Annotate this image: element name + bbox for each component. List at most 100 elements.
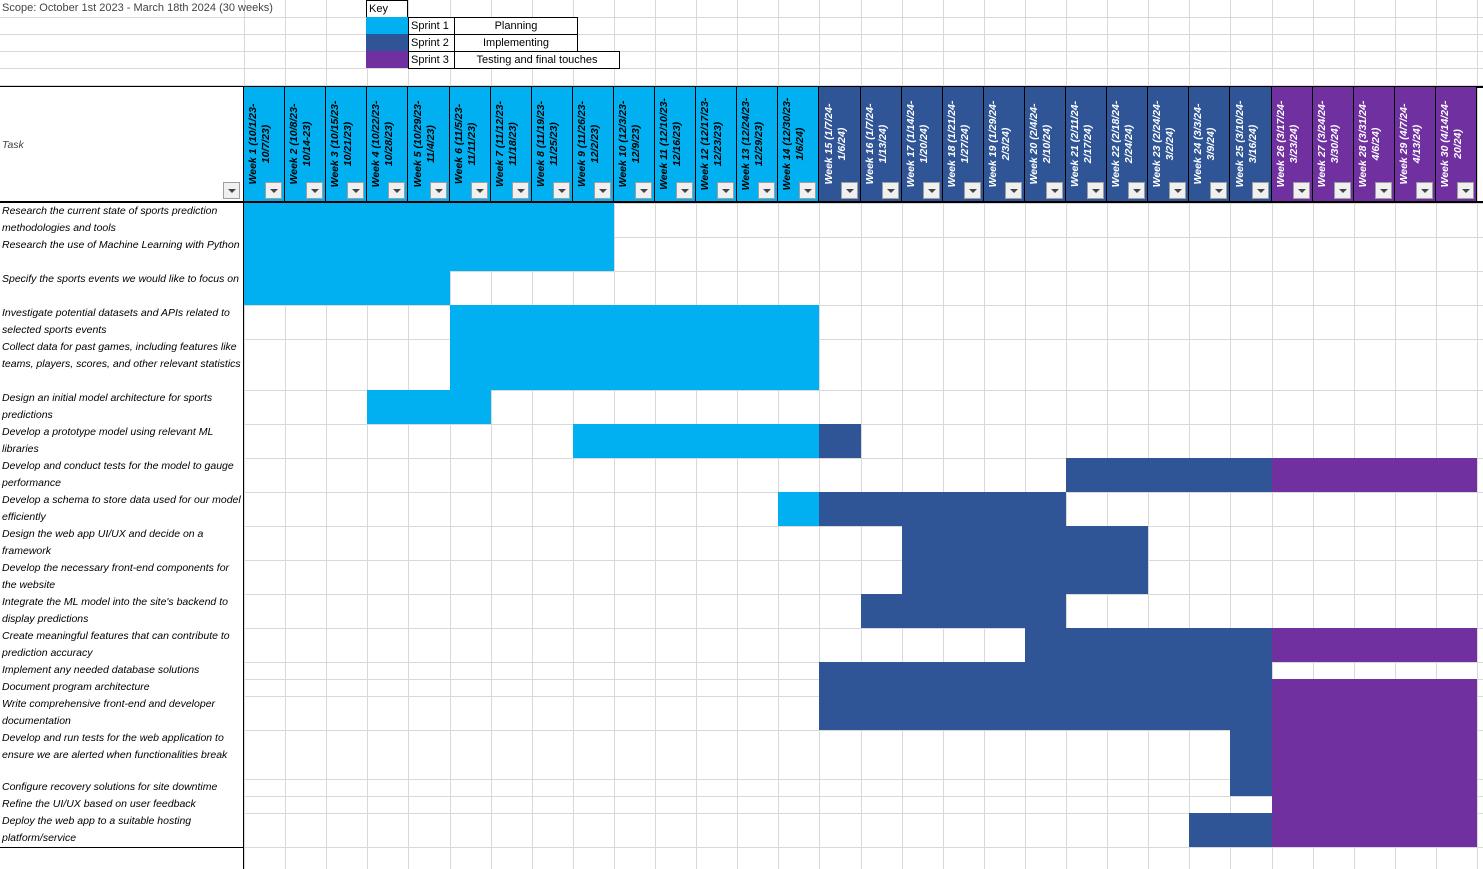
week-header-13: Week 13 (12/24/23-12/29/23): [737, 87, 778, 201]
gantt-bar-sprint-3: [1272, 796, 1477, 813]
filter-dropdown-icon[interactable]: [1210, 182, 1227, 199]
task-name: Integrate the ML model into the site's b…: [0, 594, 243, 629]
week-header-25: Week 25 (3/10/24-3/16/24): [1230, 87, 1272, 201]
week-header-17: Week 17 (1/14/24-1/20/24): [902, 87, 943, 201]
filter-dropdown-icon[interactable]: [306, 182, 323, 199]
filter-dropdown-icon[interactable]: [471, 182, 488, 199]
task-name: Develop a schema to store data used for …: [0, 492, 243, 527]
filter-dropdown-icon[interactable]: [717, 182, 734, 199]
gantt-bar-sprint-2: [1230, 730, 1272, 779]
gantt-bar-sprint-3: [1272, 813, 1477, 847]
task-name: Research the current state of sports pre…: [0, 203, 243, 238]
filter-dropdown-icon[interactable]: [676, 182, 693, 199]
task-name: Develop the necessary front-end componen…: [0, 560, 243, 595]
filter-dropdown-icon[interactable]: [553, 182, 570, 199]
week-header-15: Week 15 (1/7/24-1/6/24): [819, 87, 861, 201]
filter-dropdown-icon[interactable]: [430, 182, 447, 199]
week-header-23: Week 23 (2/24/24-3/2/24): [1148, 87, 1189, 201]
filter-dropdown-icon[interactable]: [923, 182, 940, 199]
filter-dropdown-icon[interactable]: [265, 182, 282, 199]
week-header-9: Week 9 (11/26/23-12/2/23): [573, 87, 614, 201]
task-name: Write comprehensive front-end and develo…: [0, 696, 243, 731]
gantt-bar-sprint-2: [902, 526, 1148, 560]
gantt-bar-sprint-3: [1272, 696, 1477, 730]
filter-dropdown-icon[interactable]: [964, 182, 981, 199]
spreadsheet: Scope: October 1st 2023 - March 18th 202…: [0, 0, 1483, 869]
task-name: Develop and conduct tests for the model …: [0, 458, 243, 493]
task-column-border: [243, 87, 244, 869]
week-header-10: Week 10 (12/3/23-12/9/23): [614, 87, 655, 201]
week-header-1: Week 1 (10/1/23-10/7/23): [244, 87, 285, 201]
task-name: Create meaningful features that can cont…: [0, 628, 243, 663]
key-swatch: [366, 17, 408, 34]
week-header-26: Week 26 (3/17/24-3/23/24): [1272, 87, 1313, 201]
key-meaning-label: Planning: [454, 17, 578, 35]
week-header-22: Week 22 (2/18/24-2/24/24): [1107, 87, 1148, 201]
week-header-6: Week 6 (11/5/23-11/11/23): [450, 87, 491, 201]
task-name: Investigate potential datasets and APIs …: [0, 305, 243, 340]
filter-dropdown-icon[interactable]: [1169, 182, 1186, 199]
grid-line: [0, 68, 1483, 69]
filter-dropdown-icon[interactable]: [347, 182, 364, 199]
filter-dropdown-icon[interactable]: [799, 182, 816, 199]
task-name: Deploy the web app to a suitable hosting…: [0, 813, 243, 848]
week-header-19: Week 19 (1/29/24-2/3/24): [984, 87, 1025, 201]
task-name: Implement any needed database solutions: [0, 662, 243, 680]
filter-dropdown-icon[interactable]: [1334, 182, 1351, 199]
gantt-bar-sprint-2: [1066, 458, 1272, 492]
task-filter-dropdown-icon[interactable]: [223, 182, 240, 199]
key-title: Key: [366, 0, 408, 18]
filter-dropdown-icon[interactable]: [841, 182, 858, 199]
task-name: Research the use of Machine Learning wit…: [0, 237, 243, 272]
gantt-bar-sprint-2: [819, 696, 1272, 730]
gantt-bar-sprint-3: [1272, 730, 1477, 779]
gantt-bar-sprint-3: [1272, 679, 1477, 696]
grid-line: [1477, 0, 1478, 869]
filter-dropdown-icon[interactable]: [1087, 182, 1104, 199]
gantt-bar-sprint-2: [861, 594, 1066, 628]
filter-dropdown-icon[interactable]: [1128, 182, 1145, 199]
gantt-bar-sprint-3: [1272, 779, 1477, 796]
week-header-8: Week 8 (11/19/23-11/25/23): [532, 87, 573, 201]
filter-dropdown-icon[interactable]: [1252, 182, 1269, 199]
gantt-bar-sprint-2: [902, 560, 1148, 594]
filter-dropdown-icon[interactable]: [512, 182, 529, 199]
task-name: Refine the UI/UX based on user feedback: [0, 796, 243, 814]
gantt-bar-sprint-2: [819, 424, 861, 458]
task-name: Design an initial model architecture for…: [0, 390, 243, 425]
week-header-5: Week 5 (10/29/23-11/4/23): [408, 87, 450, 201]
filter-dropdown-icon[interactable]: [882, 182, 899, 199]
filter-dropdown-icon[interactable]: [635, 182, 652, 199]
week-header-4: Week 4 (10/22/23-10/28/23): [367, 87, 408, 201]
grid-line: [0, 17, 1483, 18]
task-name: Develop a prototype model using relevant…: [0, 424, 243, 459]
key-meaning-label: Testing and final touches: [454, 51, 620, 69]
gantt-bar-sprint-2: [819, 679, 1272, 696]
filter-dropdown-icon[interactable]: [758, 182, 775, 199]
week-header-30: Week 30 (4/14/24-20/24): [1436, 87, 1477, 201]
filter-dropdown-icon[interactable]: [1046, 182, 1063, 199]
week-header-21: Week 21 (2/11/24-2/17/24): [1066, 87, 1107, 201]
gantt-bar-sprint-1: [244, 237, 614, 271]
filter-dropdown-icon[interactable]: [1293, 182, 1310, 199]
week-header-28: Week 28 (3/31/24-4/6/24): [1354, 87, 1395, 201]
week-header-7: Week 7 (11/12/23-11/18/23): [491, 87, 532, 201]
week-header-24: Week 24 (3/3/24-3/9/24): [1189, 87, 1230, 201]
task-name: Design the web app UI/UX and decide on a…: [0, 526, 243, 561]
week-header-11: Week 11 (12/10/23-12/16/23): [655, 87, 696, 201]
gantt-bar-sprint-2: [1189, 813, 1272, 847]
grid-line: [0, 34, 1483, 35]
gantt-bar-sprint-1: [244, 203, 614, 237]
task-name: Specify the sports events we would like …: [0, 271, 243, 306]
key-sprint-label: Sprint 2: [408, 34, 455, 52]
filter-dropdown-icon[interactable]: [594, 182, 611, 199]
filter-dropdown-icon[interactable]: [388, 182, 405, 199]
gantt-bar-sprint-1: [367, 390, 491, 424]
filter-dropdown-icon[interactable]: [1005, 182, 1022, 199]
week-header-29: Week 29 (4/7/24-4/13/24): [1395, 87, 1436, 201]
gantt-bar-sprint-2: [819, 492, 1066, 526]
key-sprint-label: Sprint 3: [408, 51, 455, 69]
filter-dropdown-icon[interactable]: [1457, 182, 1474, 199]
filter-dropdown-icon[interactable]: [1416, 182, 1433, 199]
filter-dropdown-icon[interactable]: [1375, 182, 1392, 199]
